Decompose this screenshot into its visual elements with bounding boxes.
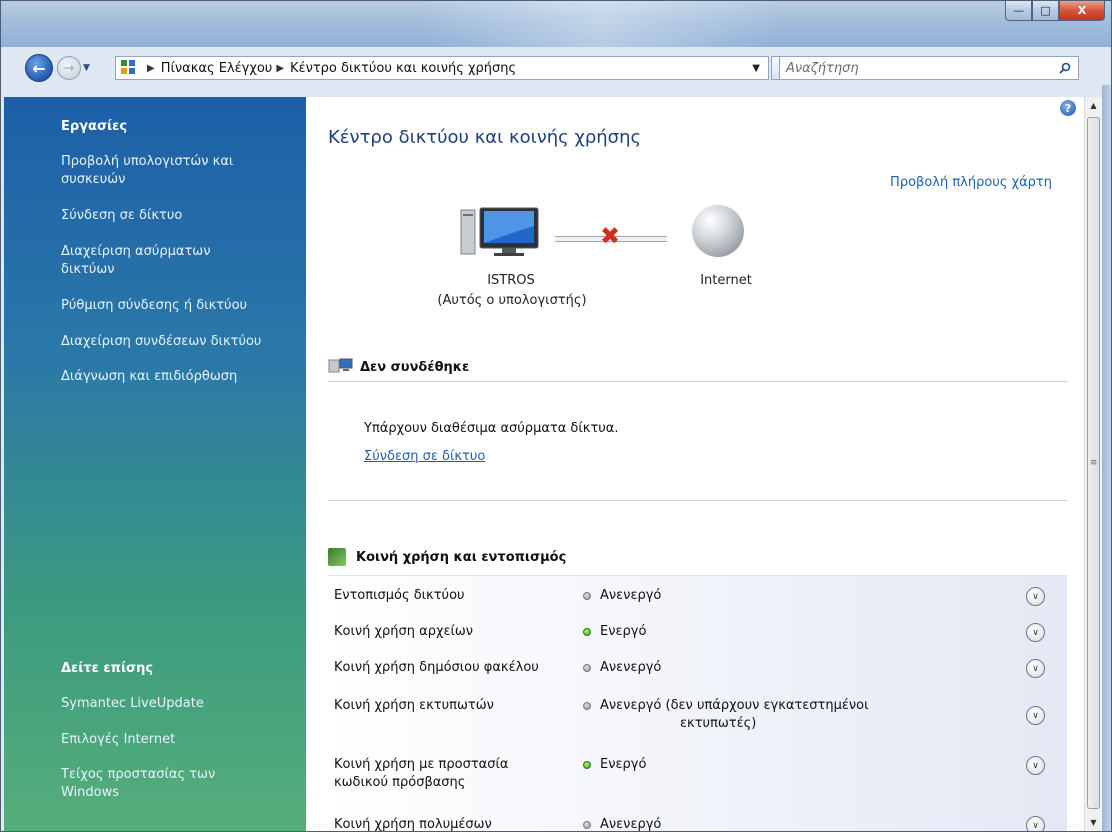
network-sharing-center-window: — □ X ← → ▼ ▶ Πίνακας Ελέγχου ▶ Κέντρο δ… (0, 0, 1112, 832)
connect-to-network-link[interactable]: Σύνδεση σε δίκτυο (364, 449, 485, 464)
search-input[interactable]: Αναζήτηση (779, 56, 1079, 80)
navigation-bar: ← → ▼ ▶ Πίνακας Ελέγχου ▶ Κέντρο δικτύου… (1, 51, 1111, 85)
search-icon (1059, 62, 1071, 74)
address-bar[interactable]: ▶ Πίνακας Ελέγχου ▶ Κέντρο δικτύου και κ… (115, 56, 769, 80)
search-area: Αναζήτηση (774, 56, 1079, 80)
window-frame-edge (1102, 85, 1111, 831)
sidebar-item-internet-options[interactable]: Επιλογές Internet (61, 731, 296, 749)
sharing-settings-table: Εντοπισμός δικτύου Ανενεργό ∨ Κοινή χρήσ… (328, 575, 1067, 832)
title-bar: — □ X (1, 1, 1111, 47)
sidebar-item-setup-connection[interactable]: Ρύθμιση σύνδεσης ή δικτύου (61, 297, 296, 315)
internet-label: Internet (700, 273, 752, 288)
expand-chevron-icon[interactable]: ∨ (1026, 623, 1045, 642)
computer-icon[interactable] (458, 206, 544, 258)
see-also-heading: Δείτε επίσης (61, 661, 154, 676)
computer-name-label: ISTROS (487, 273, 535, 288)
section-divider (328, 500, 1067, 501)
search-placeholder: Αναζήτηση (786, 60, 859, 76)
expand-chevron-icon[interactable]: ∨ (1026, 587, 1045, 606)
sidebar-item-manage-connections[interactable]: Διαχείριση συνδέσεων δικτύου (61, 333, 301, 351)
disconnected-x-icon[interactable]: ✖ (600, 224, 620, 248)
back-button[interactable]: ← (25, 54, 53, 82)
status-on-icon (583, 761, 591, 769)
sidebar-item-connect-network[interactable]: Σύνδεση σε δίκτυο (61, 207, 291, 225)
computer-description-label: (Αυτός ο υπολογιστής) (437, 293, 587, 308)
scrollbar-thumb[interactable]: ≡ (1087, 117, 1100, 809)
sharing-row-label: Κοινή χρήση με προστασία κωδικού πρόσβασ… (334, 757, 509, 790)
vertical-scrollbar[interactable]: ▲ ≡ ▼ (1084, 97, 1102, 831)
task-pane: Εργασίες Προβολή υπολογιστών και συσκευώ… (4, 97, 306, 831)
search-button[interactable] (1052, 56, 1078, 80)
close-button[interactable]: X (1059, 1, 1105, 21)
tasks-heading: Εργασίες (61, 119, 128, 134)
help-icon[interactable]: ? (1060, 100, 1076, 116)
sharing-users-icon (328, 548, 346, 566)
main-content: ? Κέντρο δικτύου και κοινής χρήσης Προβο… (306, 97, 1084, 832)
sidebar-item-manage-wireless[interactable]: Διαχείριση ασύρματων δικτύων (61, 243, 261, 279)
scroll-up-arrow-icon[interactable]: ▲ (1085, 97, 1102, 114)
sharing-row-status: Ανενεργό (δεν υπάρχουν εγκατεστημένοι (600, 698, 869, 713)
sharing-row-status: Ενεργό (600, 624, 647, 639)
status-on-icon (583, 628, 591, 636)
back-arrow-icon: ← (32, 58, 46, 78)
control-panel-icon (119, 59, 139, 77)
sidebar-item-diagnose-repair[interactable]: Διάγνωση και επιδιόρθωση (61, 368, 296, 386)
sharing-row-label: Κοινή χρήση αρχείων (334, 624, 474, 639)
breadcrumb-network-center[interactable]: Κέντρο δικτύου και κοινής χρήσης (290, 61, 516, 76)
status-off-icon (583, 592, 591, 600)
caption-buttons: — □ X (1005, 1, 1105, 21)
expand-chevron-icon[interactable]: ∨ (1026, 756, 1045, 775)
view-full-map-link[interactable]: Προβολή πλήρους χάρτη (890, 175, 1052, 190)
sharing-heading: Κοινή χρήση και εντοπισμός (328, 548, 566, 566)
sharing-row-label: Κοινή χρήση δημόσιου φακέλου (334, 660, 539, 675)
status-off-icon (583, 664, 591, 672)
scroll-down-arrow-icon[interactable]: ▼ (1085, 814, 1102, 831)
maximize-button[interactable]: □ (1032, 1, 1059, 21)
available-networks-text: Υπάρχουν διαθέσιμα ασύρματα δίκτυα. (364, 421, 619, 436)
forward-arrow-icon: → (63, 60, 75, 76)
section-divider (328, 381, 1067, 382)
sharing-row-label: Κοινή χρήση εκτυπωτών (334, 698, 494, 713)
history-dropdown-icon[interactable]: ▼ (83, 63, 90, 73)
sharing-row-status: Ανενεργό (600, 588, 662, 603)
sharing-row-label: Εντοπισμός δικτύου (334, 588, 465, 603)
not-connected-heading: Δεν συνδέθηκε (328, 357, 469, 377)
expand-chevron-icon[interactable]: ∨ (1026, 816, 1045, 831)
forward-button[interactable]: → (57, 56, 81, 80)
status-off-icon (583, 821, 591, 829)
minimize-button[interactable]: — (1005, 1, 1032, 21)
breadcrumb-separator-icon: ▶ (276, 62, 285, 74)
expand-chevron-icon[interactable]: ∨ (1026, 706, 1045, 725)
sidebar-item-symantec-liveupdate[interactable]: Symantec LiveUpdate (61, 695, 296, 713)
network-disconnected-icon (328, 357, 354, 377)
not-connected-title: Δεν συνδέθηκε (360, 359, 470, 375)
sidebar-item-view-computers[interactable]: Προβολή υπολογιστών και συσκευών (61, 153, 271, 189)
sidebar-item-windows-firewall[interactable]: Τείχος προστασίας των Windows (61, 766, 241, 802)
breadcrumb-separator-icon: ▶ (147, 62, 155, 74)
sharing-row-label: Κοινή χρήση πολυμέσων (334, 817, 492, 832)
sharing-row-status-continued: εκτυπωτές) (680, 716, 757, 731)
internet-globe-icon[interactable] (692, 205, 744, 257)
sharing-row-status: Ανενεργό (600, 660, 662, 675)
page-title: Κέντρο δικτύου και κοινής χρήσης (328, 127, 642, 148)
address-dropdown-icon[interactable]: ▼ (743, 62, 768, 74)
sharing-row-status: Ενεργό (600, 757, 647, 772)
sharing-row-status: Ανενεργό (600, 817, 662, 832)
breadcrumb-control-panel[interactable]: Πίνακας Ελέγχου (161, 61, 273, 76)
status-off-icon (583, 702, 591, 710)
sharing-title: Κοινή χρήση και εντοπισμός (356, 549, 567, 565)
expand-chevron-icon[interactable]: ∨ (1026, 659, 1045, 678)
